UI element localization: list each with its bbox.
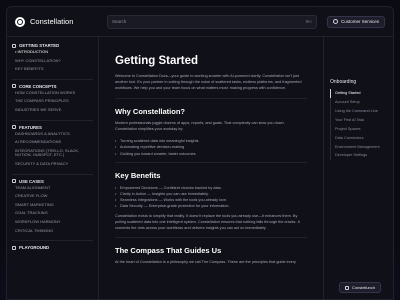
sidebar-item-key-benefits[interactable]: KEY BENEFITS bbox=[12, 65, 93, 74]
constellation-logo-icon bbox=[15, 16, 25, 27]
sidebar-item-security[interactable]: SECURITY & DATA PRIVACY bbox=[12, 160, 93, 169]
grid-icon bbox=[12, 43, 16, 48]
benefits-paragraph: Constellation exists to simplify that re… bbox=[115, 213, 300, 230]
cases-icon bbox=[12, 179, 16, 184]
sidebar-item-workflow-harmony[interactable]: WORKFLOW HARMONY bbox=[12, 218, 93, 227]
sidebar-divider bbox=[12, 240, 93, 242]
sidebar-divider bbox=[12, 78, 93, 80]
page-title: Getting Started bbox=[115, 55, 199, 67]
layers-icon bbox=[12, 84, 16, 89]
toc-item-first-ai-task[interactable]: Your First AI Task bbox=[330, 115, 393, 125]
sidebar-item-integrations[interactable]: INTEGRATIONS (TRELLO, SLACK, NOTION, HUB… bbox=[12, 147, 93, 160]
content-divider bbox=[115, 237, 307, 239]
content-divider bbox=[115, 97, 307, 99]
toc-item-project-spaces[interactable]: Project Spaces bbox=[330, 124, 393, 134]
search-placeholder: Search bbox=[112, 19, 127, 24]
app-name: Constellation bbox=[30, 17, 74, 26]
sidebar-item-why-constellation[interactable]: WHY CONSTELLATION? bbox=[12, 57, 93, 66]
customer-services-button[interactable]: Customer Services bbox=[326, 15, 385, 28]
customer-services-label: Customer Services bbox=[340, 19, 379, 24]
sidebar-item-creative-flow[interactable]: CREATIVE FLOW bbox=[12, 192, 93, 201]
toc-item-getting-started[interactable]: Getting Started bbox=[330, 89, 393, 98]
sidebar-item-goal-tracking[interactable]: GOAL TRACKING bbox=[12, 209, 93, 218]
headset-icon bbox=[332, 19, 338, 24]
sidebar-item-industries[interactable]: INDUSTRIES WE SERVE bbox=[12, 106, 93, 115]
compass-paragraph: At the heart of Constellation is a philo… bbox=[115, 260, 296, 265]
app-logo[interactable]: Constellation bbox=[15, 16, 105, 27]
content-divider bbox=[115, 161, 307, 163]
list-item: Data Security — Enterprise-grade protect… bbox=[115, 203, 307, 209]
docs-window: Constellation Search ⌘K Customer Service… bbox=[6, 6, 394, 300]
sidebar-item-team-alignment[interactable]: TEAM ALIGNMENT bbox=[12, 184, 93, 193]
toc-item-developer-settings[interactable]: Developer Settings bbox=[330, 151, 393, 161]
sidebar-section-label: USE CASES bbox=[19, 178, 44, 184]
intro-paragraph: Welcome to Constellation Docs—your guide… bbox=[115, 74, 302, 90]
toc-title: Onboarding bbox=[330, 79, 357, 85]
list-item: Guiding you toward smarter, faster outco… bbox=[115, 151, 307, 157]
toc-item-account-setup[interactable]: Account Setup bbox=[330, 97, 393, 107]
sidebar-section-label: FEATURES bbox=[19, 124, 42, 130]
sidebar-divider bbox=[12, 119, 93, 121]
search-shortcut: ⌘K bbox=[305, 19, 312, 24]
onboarding-toc: Onboarding Getting Started Account Setup… bbox=[323, 37, 393, 299]
benefits-bullet-list: Empowered Decisions — Confident choices … bbox=[115, 185, 307, 209]
constellunch-label: Constellunch bbox=[351, 285, 375, 290]
section-heading-compass: The Compass That Guides Us bbox=[115, 246, 222, 256]
toc-item-command-line[interactable]: Using the Command Line bbox=[330, 106, 393, 116]
sidebar-item-compass-principles[interactable]: THE COMPASS PRINCIPLES bbox=[12, 97, 93, 106]
sidebar-nav: GETTING STARTED • INTRODUCTION WHY CONST… bbox=[7, 37, 99, 299]
sidebar-section-playground[interactable]: PLAYGROUND bbox=[12, 245, 93, 250]
sidebar-section-label: PLAYGROUND bbox=[19, 245, 50, 251]
sidebar-item-smart-marketing[interactable]: SMART MARKETING bbox=[12, 201, 93, 210]
sidebar-section-label: GETTING STARTED bbox=[19, 43, 60, 48]
sidebar-item-ai-recommendations[interactable]: AI RECOMMENDATIONS bbox=[12, 138, 93, 147]
section-heading-why: Why Constellation? bbox=[115, 106, 185, 116]
box-icon bbox=[12, 125, 16, 130]
sidebar-section-label: CORE CONCEPTS bbox=[19, 83, 57, 89]
toc-item-data-connectors[interactable]: Data Connectors bbox=[330, 133, 393, 143]
sidebar-item-dashboards[interactable]: DASHBOARDS & ANALYTICS bbox=[12, 130, 93, 139]
sidebar-item-how-it-works[interactable]: HOW CONSTELLATION WORKS bbox=[12, 89, 93, 98]
top-bar: Constellation Search ⌘K Customer Service… bbox=[7, 7, 393, 37]
sidebar-item-critical-thinking[interactable]: CRITICAL THINKING bbox=[12, 227, 93, 236]
toc-item-environment-management[interactable]: Environment Management bbox=[330, 142, 393, 152]
why-paragraph: Modern professionals juggle dozens of ap… bbox=[115, 120, 285, 131]
search-input[interactable]: Search ⌘K bbox=[107, 14, 317, 29]
sidebar-item-introduction[interactable]: • INTRODUCTION bbox=[12, 48, 93, 57]
section-heading-benefits: Key Benefits bbox=[115, 170, 161, 180]
why-bullet-list: Turning scattered data into meaningful i… bbox=[115, 138, 307, 156]
chat-icon bbox=[344, 285, 349, 290]
constellunch-button[interactable]: Constellunch bbox=[338, 282, 381, 293]
sidebar-divider bbox=[12, 173, 93, 175]
doc-content: Getting Started Welcome to Constellation… bbox=[99, 37, 323, 299]
play-icon bbox=[12, 245, 16, 250]
